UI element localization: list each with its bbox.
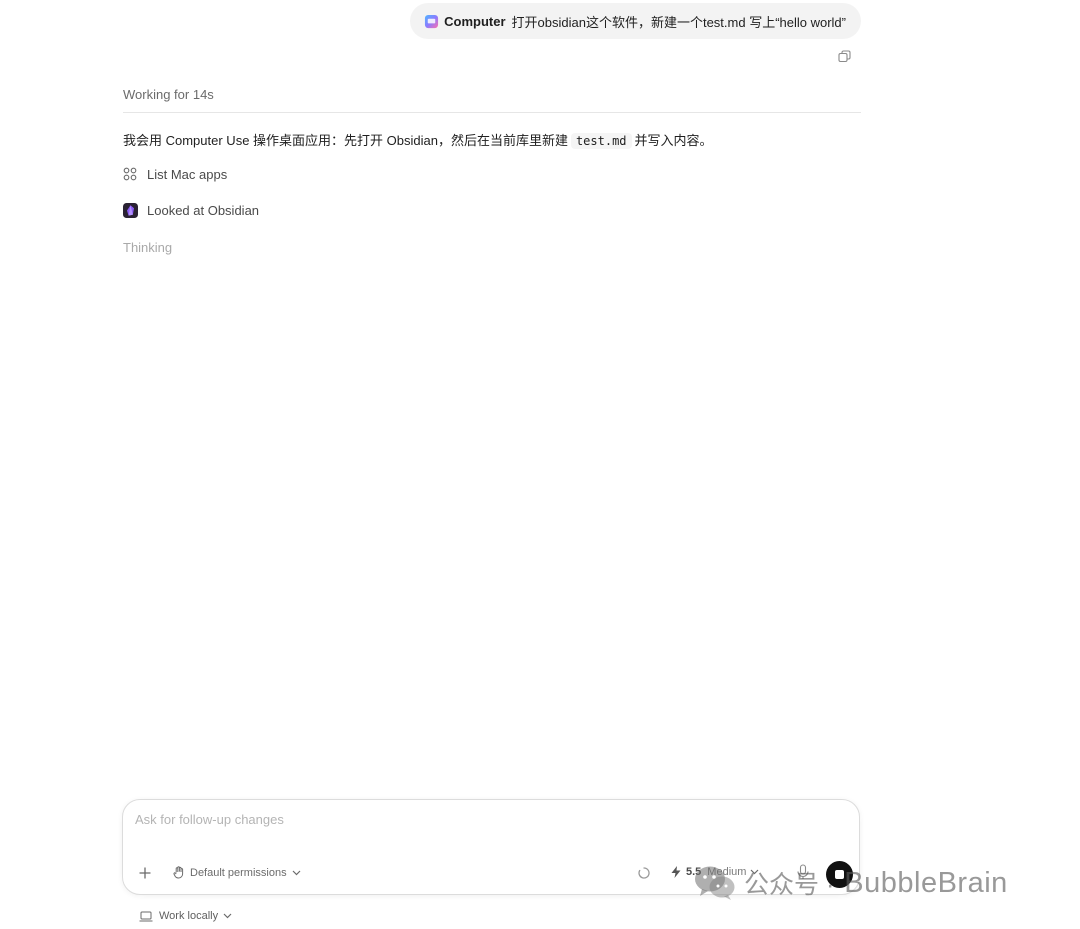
divider: [123, 112, 861, 113]
plus-icon: [139, 867, 151, 879]
permissions-dropdown[interactable]: Default permissions: [173, 866, 306, 879]
working-status[interactable]: Working for 14s: [123, 87, 214, 102]
chevron-down-icon: [292, 870, 301, 875]
wechat-icon: [695, 866, 735, 900]
computer-app-icon: [425, 14, 439, 28]
hand-icon: [173, 866, 184, 879]
step-label: Looked at Obsidian: [147, 203, 260, 218]
chevron-down-icon: [223, 913, 232, 919]
assistant-message: 我会用 Computer Use 操作桌面应用：先打开 Obsidian，然后在…: [123, 131, 713, 151]
copy-message-button[interactable]: [836, 48, 852, 64]
grid-icon: [123, 167, 138, 182]
assistant-text-before: 我会用 Computer Use 操作桌面应用：先打开 Obsidian，然后在…: [123, 133, 568, 148]
user-message-bubble: Computer 打开obsidian这个软件，新建一个test.md 写上“h…: [410, 3, 861, 39]
watermark: 公众号 · BubbleBrain: [694, 865, 1008, 901]
bolt-icon: [671, 866, 681, 878]
loading-spinner-icon: [638, 867, 650, 879]
step-looked-at-obsidian[interactable]: Looked at Obsidian: [123, 203, 259, 218]
work-locally-label: Work locally: [159, 910, 219, 922]
copy-icon: [837, 49, 851, 62]
step-list-mac-apps[interactable]: List Mac apps: [123, 167, 227, 182]
chat-page: Computer 打开obsidian这个软件，新建一个test.md 写上“h…: [0, 0, 1080, 929]
computer-app-label: Computer: [444, 13, 506, 29]
laptop-icon: [139, 911, 153, 921]
inline-code: test.md: [570, 133, 632, 149]
watermark-cn-text: 公众号 ·: [744, 871, 835, 899]
step-label: List Mac apps: [147, 167, 228, 182]
watermark-en-text: BubbleBrain: [844, 866, 1008, 899]
permissions-label: Default permissions: [190, 866, 287, 879]
computer-app-chip[interactable]: Computer: [424, 13, 506, 29]
user-message-text: 打开obsidian这个软件，新建一个test.md 写上“hello worl…: [511, 14, 846, 30]
assistant-text-after: 并写入内容。: [634, 133, 713, 148]
add-attachment-button[interactable]: [137, 865, 153, 881]
follow-up-input[interactable]: [135, 812, 835, 827]
work-locally-dropdown[interactable]: Work locally: [139, 910, 238, 922]
obsidian-icon: [123, 203, 138, 218]
thinking-status: Thinking: [123, 240, 173, 255]
